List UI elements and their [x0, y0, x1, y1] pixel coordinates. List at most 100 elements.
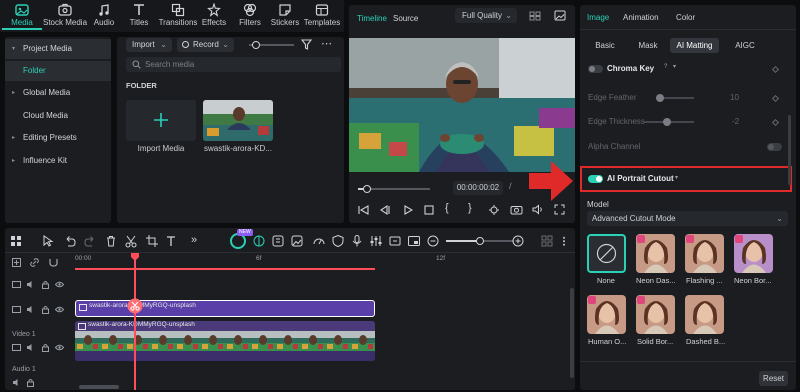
microphone-icon[interactable]	[350, 234, 364, 248]
playhead-handle-icon[interactable]	[131, 253, 139, 261]
snapshot-camera-icon[interactable]	[510, 204, 523, 215]
keyframe-path-icon[interactable]	[252, 234, 266, 248]
layout-grid-icon[interactable]	[9, 234, 23, 248]
effect-flashing[interactable]	[685, 234, 724, 273]
sidebar-item-project-media[interactable]: ▾ Project Media	[5, 39, 111, 59]
split-marker-icon[interactable]	[127, 298, 143, 314]
shield-icon[interactable]	[331, 234, 345, 248]
timeline-ruler[interactable]: 00:00 6f 12f	[75, 253, 575, 271]
alpha-channel-toggle[interactable]	[767, 143, 782, 151]
keyframe-diamond-icon[interactable]	[771, 94, 780, 103]
playhead-line[interactable]	[134, 253, 136, 390]
lock-icon[interactable]	[41, 280, 50, 289]
speed-icon[interactable]	[312, 234, 326, 248]
eye-icon[interactable]	[55, 343, 64, 352]
import-dropdown[interactable]: Import ⌄	[126, 38, 172, 52]
timeline-vertical-scrollbar[interactable]	[570, 288, 574, 378]
timeline-zoom-slider[interactable]	[446, 237, 514, 245]
toolbar-media[interactable]: Media	[2, 2, 42, 30]
lock-icon[interactable]	[41, 343, 50, 352]
work-area-bar[interactable]	[75, 268, 375, 270]
tab-color[interactable]: Color	[676, 13, 695, 22]
mark-out-icon[interactable]: }	[468, 202, 472, 214]
lock-icon[interactable]	[41, 305, 50, 314]
effect-dashed-border[interactable]	[685, 295, 724, 334]
play-reverse-icon[interactable]	[380, 205, 391, 215]
caret-down-icon[interactable]: ▾	[675, 174, 678, 181]
slider-knob[interactable]	[252, 41, 260, 49]
speaker-icon[interactable]	[12, 378, 21, 387]
properties-scrollbar[interactable]	[788, 115, 791, 185]
keyframe-diamond-icon[interactable]	[771, 118, 780, 127]
volume-icon[interactable]	[532, 204, 544, 215]
sidebar-item-global-media[interactable]: ▸ Global Media	[5, 83, 111, 103]
eye-icon[interactable]	[55, 280, 64, 289]
effect-human-outline[interactable]	[587, 295, 626, 334]
model-dropdown[interactable]: Advanced Cutout Mode ⌄	[587, 211, 788, 226]
render-settings-icon[interactable]	[488, 204, 500, 216]
subtab-aigc[interactable]: AIGC	[727, 38, 763, 53]
toolbar-audio[interactable]: Audio	[84, 2, 124, 30]
tab-timeline[interactable]: Timeline	[357, 14, 387, 23]
speaker-icon[interactable]	[26, 280, 35, 289]
snapshot-image-icon[interactable]	[554, 10, 566, 21]
play-icon[interactable]	[403, 205, 413, 215]
text-tool-icon[interactable]	[165, 234, 179, 248]
link-icon[interactable]	[30, 258, 39, 267]
tab-animation[interactable]: Animation	[623, 13, 659, 22]
toolbar-effects[interactable]: Effects	[194, 2, 234, 30]
more-tools-icon[interactable]: »	[191, 234, 197, 246]
fullscreen-icon[interactable]	[554, 204, 565, 215]
reset-button[interactable]: Reset	[759, 371, 788, 386]
stop-icon[interactable]	[424, 205, 434, 215]
sidebar-item-influence-kit[interactable]: ▸ Influence Kit	[5, 151, 111, 171]
tab-source[interactable]: Source	[393, 14, 418, 23]
chroma-key-toggle[interactable]	[588, 65, 603, 73]
edge-feather-value[interactable]: 10	[730, 93, 739, 102]
subtab-mask[interactable]: Mask	[633, 38, 663, 53]
caret-down-icon[interactable]: ▾	[673, 63, 676, 70]
delete-icon[interactable]	[104, 234, 118, 248]
subtab-ai-matting[interactable]: AI Matting	[670, 38, 719, 53]
tab-image[interactable]: Image	[587, 13, 609, 22]
lock-icon[interactable]	[26, 378, 35, 387]
keyframe-diamond-icon[interactable]	[771, 65, 780, 74]
zoom-in-icon[interactable]	[511, 234, 525, 248]
slider-knob[interactable]	[476, 237, 484, 245]
quality-dropdown[interactable]: Full Quality ⌄	[455, 8, 517, 23]
toolbar-filters[interactable]: Filters	[230, 2, 270, 30]
zoom-out-icon[interactable]	[426, 234, 440, 248]
edge-thickness-value[interactable]: -2	[732, 117, 739, 126]
picture-icon[interactable]	[290, 234, 304, 248]
media-clip-thumbnail[interactable]	[203, 100, 273, 141]
help-icon[interactable]: ?	[664, 64, 667, 70]
previous-frame-icon[interactable]	[358, 205, 369, 215]
select-tool-icon[interactable]	[41, 234, 55, 248]
ai-portrait-cutout-toggle[interactable]	[588, 175, 603, 183]
effect-none[interactable]	[587, 234, 626, 273]
effect-solid-border[interactable]	[636, 295, 675, 334]
sidebar-item-cloud-media[interactable]: Cloud Media	[5, 106, 111, 126]
crop-icon[interactable]	[145, 234, 159, 248]
sidebar-item-editing-presets[interactable]: ▸ Editing Presets	[5, 128, 111, 148]
timeline-clip-selected[interactable]: swastik-arora-KDMMyRGQ-unsplash	[75, 300, 375, 317]
effect-neon-border[interactable]	[734, 234, 773, 273]
picture-in-picture-icon[interactable]	[407, 234, 421, 248]
timeline-clip-video-1[interactable]: swastik-arora-KDMMyRGQ-unsplash	[75, 321, 375, 361]
timeline-horizontal-scrollbar[interactable]	[79, 385, 119, 389]
toolbar-stickers[interactable]: Stickers	[265, 2, 305, 30]
toolbar-stock-media[interactable]: Stock Media	[43, 2, 87, 30]
filter-icon[interactable]	[301, 39, 312, 50]
effect-neon-dash[interactable]	[636, 234, 675, 273]
playback-scrubber[interactable]	[358, 185, 430, 193]
thumbnail-size-slider[interactable]	[249, 41, 294, 49]
import-media-tile[interactable]	[126, 100, 196, 141]
toolbar-titles[interactable]: Titles	[119, 2, 159, 30]
scrubber-knob[interactable]	[362, 185, 371, 193]
audio-mixer-icon[interactable]	[369, 234, 383, 248]
search-input[interactable]: Search media	[126, 57, 341, 72]
subtab-basic[interactable]: Basic	[590, 38, 620, 53]
redo-icon[interactable]	[83, 234, 97, 248]
record-dropdown[interactable]: Record ⌄	[177, 38, 234, 52]
edge-thickness-slider[interactable]	[644, 118, 694, 126]
